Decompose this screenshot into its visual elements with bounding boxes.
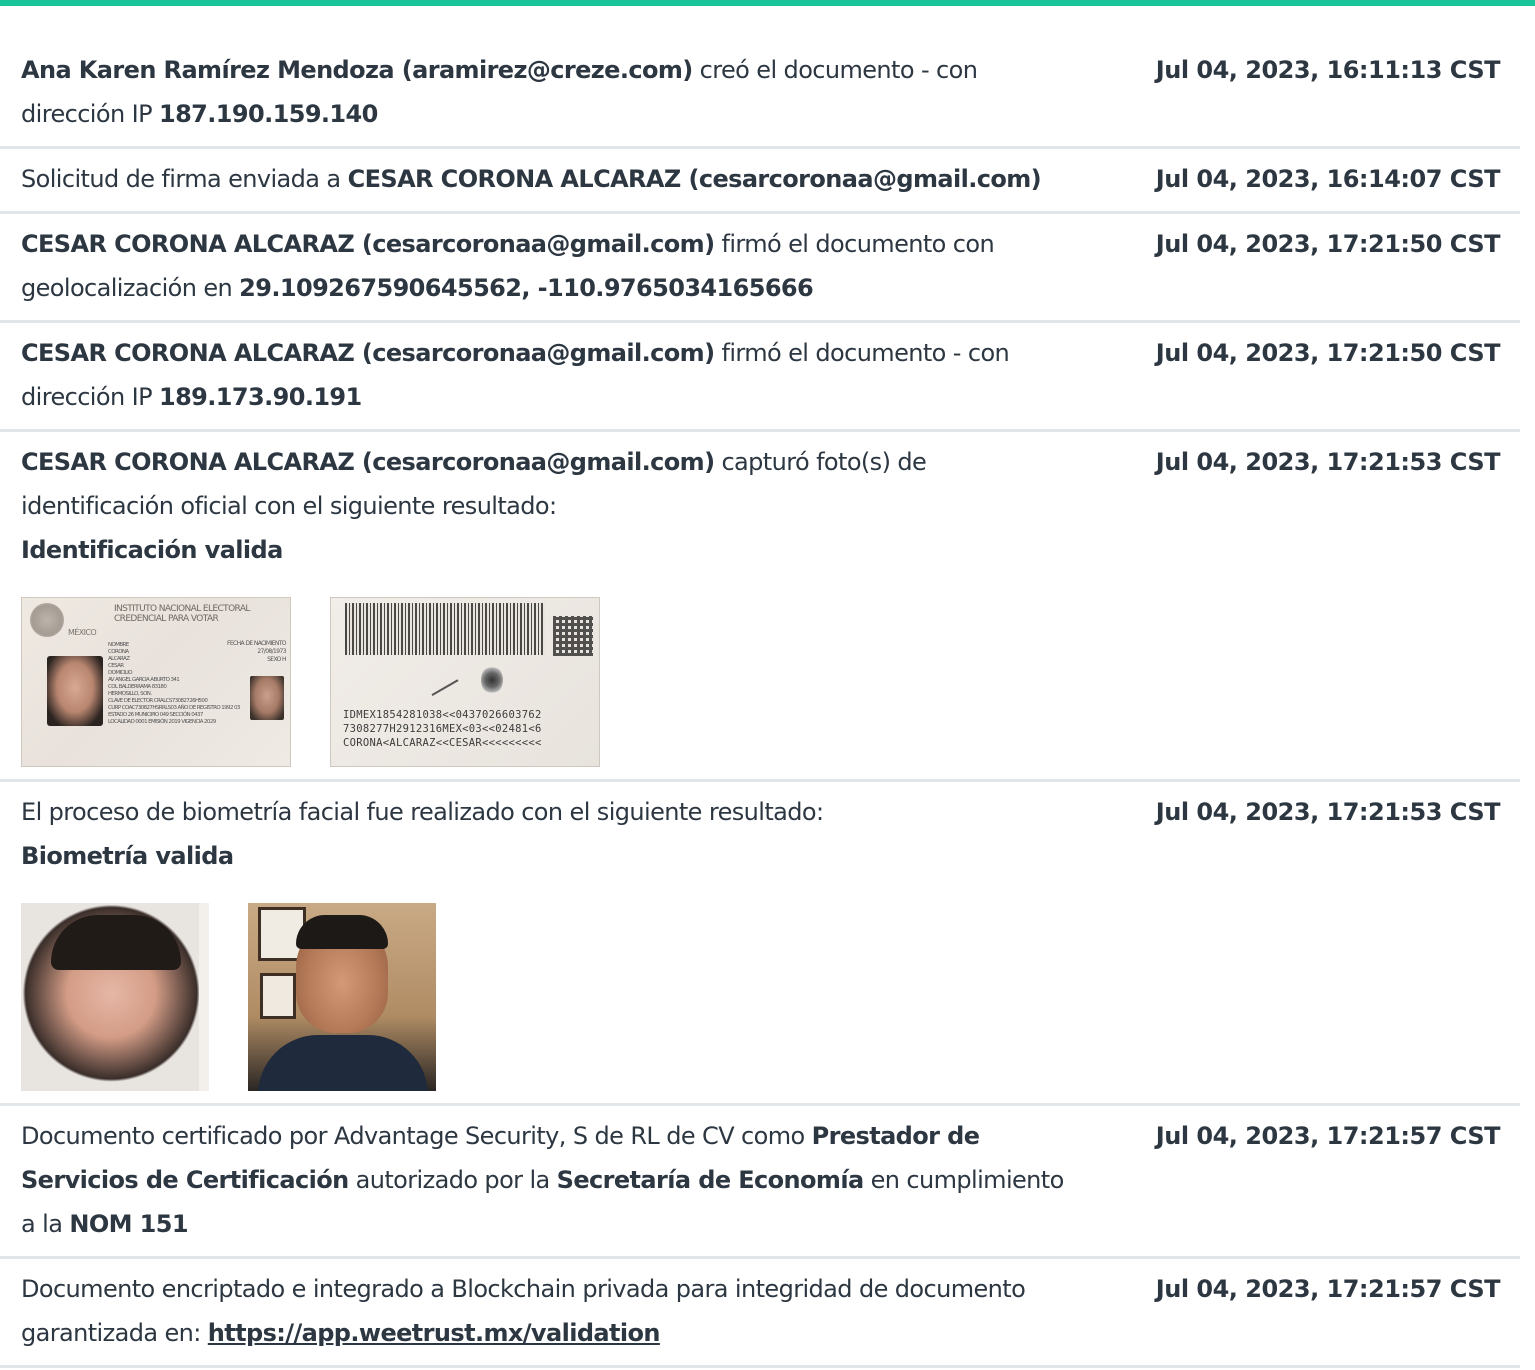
- event-timestamp: Jul 04, 2023, 17:21:50 CST: [1155, 230, 1501, 258]
- plain-text: autorizado por la: [348, 1166, 557, 1194]
- id-country: MÉXICO: [68, 628, 97, 637]
- biometric-photos: [21, 903, 1071, 1091]
- plain-text: Solicitud de firma enviada a: [21, 165, 348, 193]
- event-description: Documento certificado por Advantage Secu…: [21, 1114, 1071, 1246]
- audit-log: Ana Karen Ramírez Mendoza (aramirez@crez…: [0, 40, 1520, 1368]
- event-description: El proceso de biometría facial fue reali…: [21, 790, 1071, 878]
- mrz-line: 7308277H2912316MEX<03<<02481<6: [343, 723, 542, 735]
- id-field: ALCARAZ: [108, 656, 130, 662]
- emphasis-text: CESAR CORONA ALCARAZ (cesarcoronaa@gmail…: [21, 339, 715, 367]
- barcode-icon: [345, 603, 545, 655]
- id-field: COL BALDERRAMA 83180: [108, 684, 167, 690]
- id-field: ESTADO 26 MUNICIPIO 049 SECCIÓN 0437: [108, 712, 203, 718]
- emphasis-text: Identificación valida: [21, 536, 283, 564]
- event-timestamp: Jul 04, 2023, 17:21:57 CST: [1155, 1275, 1501, 1303]
- emphasis-text: 189.173.90.191: [158, 383, 362, 411]
- mrz-line: CORONA<ALCARAZ<<CESAR<<<<<<<<<: [343, 737, 542, 749]
- event-timestamp: Jul 04, 2023, 17:21:53 CST: [1155, 448, 1501, 476]
- emphasis-text: CESAR CORONA ALCARAZ (cesarcoronaa@gmail…: [21, 448, 715, 476]
- event-row-id-capture: CESAR CORONA ALCARAZ (cesarcoronaa@gmail…: [0, 432, 1520, 782]
- event-description: Solicitud de firma enviada a CESAR CORON…: [21, 157, 1071, 201]
- signature-mark: [421, 661, 459, 697]
- emphasis-text: Secretaría de Economía: [556, 1166, 865, 1194]
- emphasis-text: Ana Karen Ramírez Mendoza (aramirez@crez…: [21, 56, 693, 84]
- fingerprint-icon: [481, 666, 503, 694]
- id-field: AV ANGEL GARCIA ABURTO 341: [108, 677, 180, 683]
- event-description: CESAR CORONA ALCARAZ (cesarcoronaa@gmail…: [21, 222, 1071, 310]
- id-holder-ghost-photo: [250, 676, 284, 720]
- event-row: Documento certificado por Advantage Secu…: [0, 1106, 1520, 1259]
- event-row: Ana Karen Ramírez Mendoza (aramirez@crez…: [0, 40, 1520, 149]
- id-fields: NOMBRE CORONA ALCARAZ CESAR DOMICILIO AV…: [108, 642, 243, 726]
- id-holder-photo: [47, 656, 103, 726]
- event-timestamp: Jul 04, 2023, 17:21:53 CST: [1155, 798, 1501, 826]
- id-mrz: IDMEX1854281038<<0437026603762 7308277H2…: [343, 708, 542, 750]
- event-timestamp: Jul 04, 2023, 16:14:07 CST: [1155, 165, 1501, 193]
- event-row: Documento encriptado e integrado a Block…: [0, 1259, 1520, 1368]
- event-row: CESAR CORONA ALCARAZ (cesarcoronaa@gmail…: [0, 323, 1520, 432]
- emphasis-text: Biometría valida: [21, 842, 234, 870]
- selfie-image: [248, 903, 436, 1091]
- event-row: CESAR CORONA ALCARAZ (cesarcoronaa@gmail…: [0, 214, 1520, 323]
- top-accent-bar: [0, 0, 1535, 6]
- id-field: CORONA: [108, 649, 129, 655]
- event-row-biometrics: El proceso de biometría facial fue reali…: [0, 782, 1520, 1106]
- id-photos: MÉXICO INSTITUTO NACIONAL ELECTORAL CRED…: [21, 597, 1071, 767]
- id-field: CESAR: [108, 663, 124, 669]
- id-field: CLAVE DE ELECTOR CRALCS73082726H500: [108, 698, 208, 704]
- id-field: NOMBRE: [108, 642, 129, 648]
- id-field: CURP COAC730827HSRRLS03 AÑO DE REGISTRO …: [108, 705, 240, 711]
- emphasis-text: CESAR CORONA ALCARAZ (cesarcoronaa@gmail…: [347, 165, 1042, 193]
- event-description: CESAR CORONA ALCARAZ (cesarcoronaa@gmail…: [21, 440, 1071, 572]
- id-field: HERMOSILLO, SON.: [108, 691, 152, 697]
- id-field: LOCALIDAD 0001 EMISIÓN 2019 VIGENCIA 202…: [108, 719, 216, 725]
- plain-text: Documento certificado por Advantage Secu…: [21, 1122, 812, 1150]
- emphasis-text: NOM 151: [69, 1210, 188, 1238]
- id-card-front-image: MÉXICO INSTITUTO NACIONAL ELECTORAL CRED…: [21, 597, 291, 767]
- event-description: CESAR CORONA ALCARAZ (cesarcoronaa@gmail…: [21, 331, 1071, 419]
- event-description: Documento encriptado e integrado a Block…: [21, 1267, 1071, 1355]
- event-timestamp: Jul 04, 2023, 17:21:50 CST: [1155, 339, 1501, 367]
- event-description: Ana Karen Ramírez Mendoza (aramirez@crez…: [21, 48, 1071, 136]
- id-card-title: CREDENCIAL PARA VOTAR: [114, 614, 219, 624]
- id-institution: INSTITUTO NACIONAL ELECTORAL: [114, 604, 250, 614]
- plain-text: El proceso de biometría facial fue reali…: [21, 798, 824, 826]
- id-face-crop-image: [21, 903, 209, 1091]
- emphasis-text: CESAR CORONA ALCARAZ (cesarcoronaa@gmail…: [21, 230, 715, 258]
- event-timestamp: Jul 04, 2023, 17:21:57 CST: [1155, 1122, 1501, 1150]
- mrz-line: IDMEX1854281038<<0437026603762: [343, 709, 542, 721]
- qr-code-icon: [553, 616, 593, 656]
- national-seal-icon: [30, 603, 64, 637]
- emphasis-text: 29.109267590645562, -110.9765034165666: [239, 274, 814, 302]
- emphasis-text: 187.190.159.140: [158, 100, 378, 128]
- event-timestamp: Jul 04, 2023, 16:11:13 CST: [1155, 56, 1501, 84]
- id-field: DOMICILIO: [108, 670, 133, 676]
- validation-link[interactable]: https://app.weetrust.mx/validation: [208, 1319, 661, 1347]
- id-card-back-image: IDMEX1854281038<<0437026603762 7308277H2…: [330, 597, 600, 767]
- event-row: Solicitud de firma enviada a CESAR CORON…: [0, 149, 1520, 214]
